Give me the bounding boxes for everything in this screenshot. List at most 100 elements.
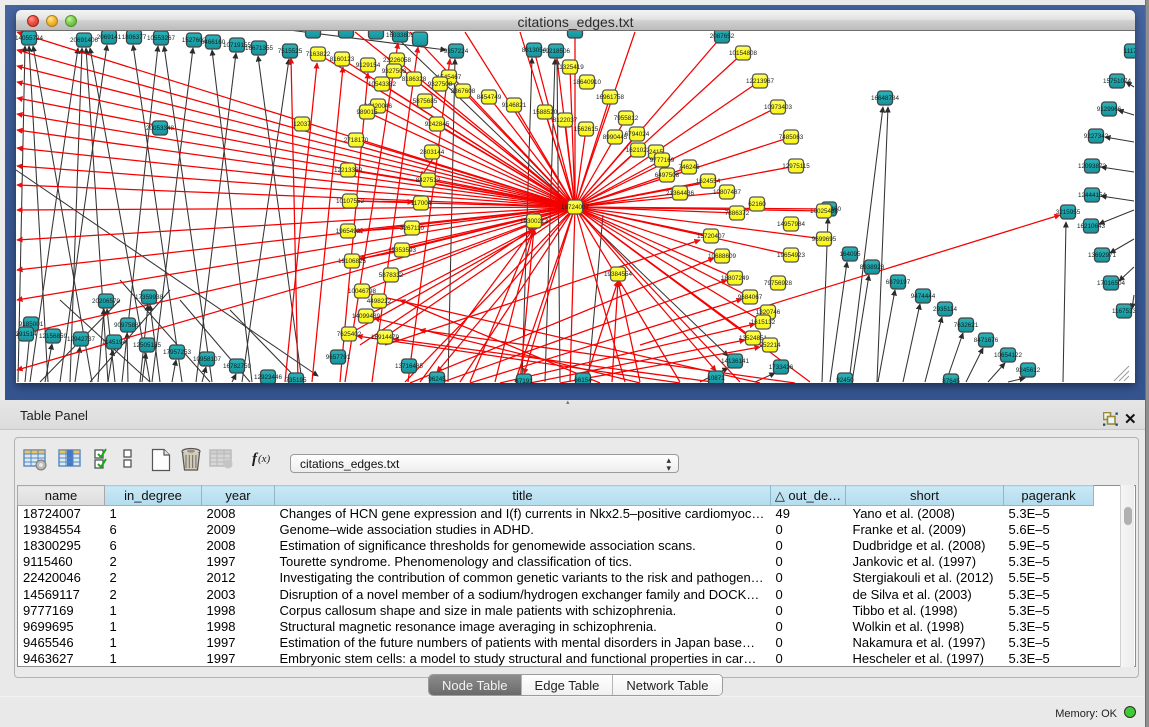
svg-text:10871: 10871 [707, 375, 725, 382]
svg-text:9242845: 9242845 [425, 121, 450, 128]
svg-text:20053348: 20053348 [146, 125, 175, 132]
svg-text:7955812: 7955812 [614, 115, 639, 122]
svg-text:10654122: 10654122 [994, 352, 1023, 359]
svg-text:391514: 391514 [16, 331, 37, 338]
svg-text:10807487: 10807487 [713, 189, 742, 196]
svg-text:17359938: 17359938 [135, 294, 164, 301]
svg-text:9699695: 9699695 [812, 236, 837, 243]
svg-text:12942737: 12942737 [67, 336, 96, 343]
svg-text:20206570: 20206570 [92, 298, 121, 305]
svg-text:9684067: 9684067 [738, 294, 763, 301]
svg-text:7163822: 7163822 [306, 51, 331, 58]
svg-text:10543382: 10543382 [368, 81, 397, 88]
svg-text:14055724: 14055724 [16, 35, 43, 42]
svg-text:8454749: 8454749 [477, 94, 502, 101]
svg-text:12505135: 12505135 [133, 342, 162, 349]
svg-text:10973403: 10973403 [764, 104, 793, 111]
svg-text:62160: 62160 [748, 201, 766, 208]
svg-text:90975887: 90975887 [114, 322, 143, 329]
svg-text:92450: 92450 [836, 377, 854, 383]
svg-text:17957253: 17957253 [163, 349, 192, 356]
svg-text:5878332: 5878332 [379, 272, 404, 279]
svg-text:9245612: 9245612 [1016, 367, 1041, 374]
svg-text:164095: 164095 [839, 251, 861, 258]
svg-text:12037: 12037 [293, 121, 311, 128]
svg-text:8122037: 8122037 [553, 117, 578, 124]
svg-text:16782759: 16782759 [223, 363, 252, 370]
svg-text:9777169: 9777169 [650, 157, 675, 164]
svg-text:7485063: 7485063 [779, 134, 804, 141]
svg-text:16648784: 16648784 [871, 95, 900, 102]
svg-text:13716485: 13716485 [395, 363, 424, 370]
svg-text:15720407: 15720407 [697, 233, 726, 240]
svg-text:19106825: 19106825 [338, 258, 367, 265]
svg-text:18724007: 18724007 [561, 204, 590, 211]
svg-text:8160123: 8160123 [330, 56, 355, 63]
svg-text:1806377: 1806377 [122, 34, 147, 41]
svg-text:2803144: 2803144 [420, 149, 445, 156]
svg-text:117004: 117004 [411, 200, 432, 207]
svg-text:8938928: 8938928 [860, 264, 885, 271]
svg-text:10025488: 10025488 [810, 208, 839, 215]
svg-text:8427512: 8427512 [416, 177, 441, 184]
svg-text:18807249: 18807249 [721, 275, 750, 282]
svg-text:7625402: 7625402 [337, 331, 362, 338]
svg-text:2718170: 2718170 [344, 137, 369, 144]
svg-text:21364436: 21364436 [666, 190, 695, 197]
svg-text:20691406: 20691406 [70, 37, 99, 44]
svg-text:12213369: 12213369 [334, 167, 363, 174]
svg-text:9227342: 9227342 [1084, 133, 1109, 140]
svg-text:9129154: 9129154 [356, 62, 381, 69]
svg-text:17016504: 17016504 [1097, 280, 1126, 287]
svg-text:5875685: 5875685 [413, 98, 438, 105]
svg-text:19218506: 19218506 [542, 48, 571, 55]
svg-text:11325419: 11325419 [556, 64, 584, 71]
svg-text:9657791: 9657791 [326, 354, 351, 361]
svg-text:9474444: 9474444 [911, 293, 936, 300]
svg-text:19384554: 19384554 [604, 271, 633, 278]
svg-text:23226058: 23226058 [383, 57, 412, 64]
svg-text:9357224: 9357224 [444, 48, 469, 55]
svg-text:1621022: 1621022 [626, 147, 651, 154]
svg-text:8471676: 8471676 [974, 337, 999, 344]
svg-text:10046798: 10046798 [348, 288, 377, 295]
svg-text:1965492: 1965492 [336, 228, 361, 235]
svg-text:8186328: 8186328 [402, 76, 427, 83]
svg-text:16961758: 16961758 [596, 94, 625, 101]
svg-text:87645: 87645 [942, 378, 960, 383]
svg-text:1624554: 1624554 [696, 178, 721, 185]
svg-text:1145194: 1145194 [102, 339, 127, 346]
svg-text:4498222: 4498222 [367, 298, 392, 305]
svg-text:13692971: 13692971 [1088, 252, 1117, 259]
svg-text:12093872: 12093872 [1078, 163, 1107, 170]
svg-text:2935114: 2935114 [933, 306, 958, 313]
svg-text:9146821: 9146821 [502, 102, 527, 109]
svg-text:96245: 96245 [428, 376, 446, 383]
svg-text:3215955: 3215955 [1056, 209, 1081, 216]
svg-text:19300213: 19300213 [520, 218, 549, 225]
svg-text:2087652: 2087652 [710, 33, 735, 40]
svg-text:19654923: 19654923 [777, 252, 806, 259]
svg-text:12213967: 12213967 [746, 78, 775, 85]
svg-text:2069141: 2069141 [97, 34, 122, 41]
svg-text:10553267: 10553267 [147, 35, 176, 42]
svg-text:6879197: 6879197 [886, 279, 911, 286]
svg-text:735195: 735195 [285, 377, 307, 383]
svg-text:252214: 252214 [759, 342, 781, 349]
svg-text:87191: 87191 [515, 378, 533, 383]
svg-text:3267110: 3267110 [400, 225, 425, 232]
svg-text:16671355: 16671355 [245, 45, 274, 52]
svg-text:16210643: 16210643 [1077, 223, 1106, 230]
svg-text:12156859: 12156859 [39, 333, 68, 340]
svg-text:66154: 66154 [574, 377, 592, 383]
svg-text:1588520: 1588520 [533, 109, 558, 116]
svg-text:11172: 11172 [1124, 48, 1135, 55]
svg-text:14957984: 14957984 [777, 221, 806, 228]
svg-text:2367608: 2367608 [451, 88, 476, 95]
svg-text:746246: 746246 [678, 164, 700, 171]
svg-text:7515525: 7515525 [278, 48, 303, 55]
svg-text:(x): (x) [258, 453, 271, 465]
svg-text:15751074: 15751074 [1103, 78, 1132, 85]
svg-text:6497508: 6497508 [655, 172, 680, 179]
svg-text:14136141: 14136141 [721, 358, 750, 365]
